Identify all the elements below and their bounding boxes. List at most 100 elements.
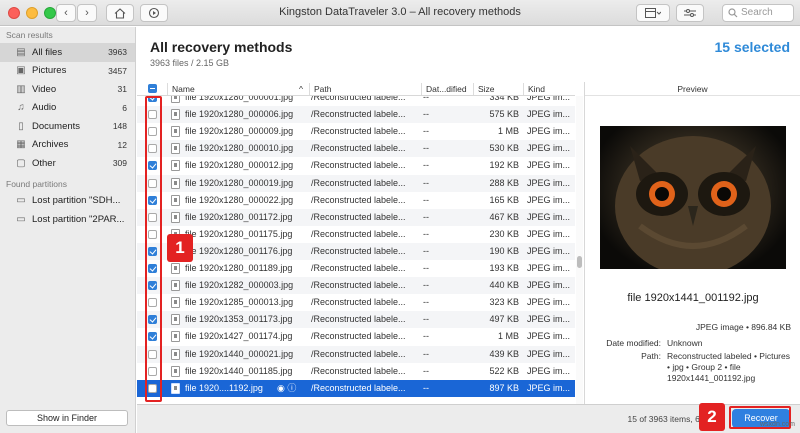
column-date-modified[interactable]: Dat...dified [421,83,473,95]
owl-image-icon [615,136,771,269]
jpeg-file-icon [171,160,180,172]
file-kind-cell: JPEG im... [527,177,571,188]
table-row[interactable]: file 1920x1280_001172.jpg/Reconstructed … [137,208,575,226]
jpeg-file-icon [171,126,180,138]
table-header: Name ^ Path Dat...dified Size Kind [137,82,575,96]
table-row[interactable]: file 1920x1280_000010.jpg/Reconstructed … [137,140,575,158]
sidebar-item-pictures[interactable]: ▣ Pictures 3457 [0,62,135,81]
table-row[interactable]: file 1920x1353_001173.jpg/Reconstructed … [137,311,575,329]
file-name-cell: file 1920x1427_001174.jpg [185,331,293,342]
jpeg-file-icon [171,297,180,309]
file-name-cell: file 1920x1280_000009.jpg [185,126,294,137]
column-name[interactable]: Name ^ [167,83,309,95]
file-date-cell: -- [423,160,429,171]
file-name-cell: file 1920x1440_001185.jpg [185,365,293,376]
scan-results-header: Scan results [6,30,53,40]
file-list: file 1920x1280_000001.jpg/Reconstructed … [137,96,575,404]
preview-file-name: file 1920x1441_001192.jpg [627,292,759,304]
table-row[interactable]: file 1920x1280_000006.jpg/Reconstructed … [137,106,575,124]
file-date-cell: -- [423,109,429,120]
table-row[interactable]: file 1920x1427_001174.jpg/Reconstructed … [137,328,575,345]
file-date-cell: -- [423,365,429,376]
archives-icon: ▦ [16,139,26,151]
file-name-cell: file 1920x1280_001189.jpg [185,263,293,273]
filter-button[interactable] [676,4,704,22]
file-size-cell: 165 KB [489,194,519,205]
all-files-icon: ▤ [16,46,26,58]
table-row[interactable]: file 1920x1280_000001.jpg/Reconstructed … [137,96,575,106]
jpeg-file-icon [171,109,180,121]
column-kind[interactable]: Kind [523,83,575,95]
sidebar-item-partition-1[interactable]: ▭ Lost partition "SDH... [0,192,135,211]
file-size-cell: 522 KB [489,365,519,376]
file-size-cell: 1 MB [497,126,519,137]
file-path-cell: /Reconstructed labele... [311,109,406,120]
file-size-cell: 190 KB [489,245,519,256]
jpeg-file-icon [171,348,180,360]
watermark: wsxdn.com [760,421,796,428]
table-row[interactable]: file 1920x1280_000009.jpg/Reconstructed … [137,123,575,140]
file-date-cell: -- [423,228,429,239]
file-size-cell: 497 KB [489,314,519,325]
table-row[interactable]: file 1920x1285_000013.jpg/Reconstructed … [137,294,575,311]
table-row[interactable]: file 1920x1440_001185.jpg/Reconstructed … [137,363,575,380]
file-path-cell: /Reconstructed labele... [311,143,406,154]
show-in-finder-button[interactable]: Show in Finder [6,410,128,426]
scrollbar-thumb[interactable] [577,256,582,268]
file-size-cell: 288 KB [489,177,519,188]
file-kind-cell: JPEG im... [527,194,571,205]
info-icon[interactable]: ⓘ [287,383,296,393]
sidebar-item-video[interactable]: ▥ Video 31 [0,80,135,99]
jpeg-file-icon [171,331,180,343]
path-label: Path: [641,351,661,361]
preview-image [600,126,786,269]
select-all-checkbox[interactable] [148,84,157,93]
file-name-cell: file 1920x1280_001172.jpg [185,211,293,222]
table-row[interactable]: file 1920x1280_001176.jpg/Reconstructed … [137,242,575,260]
file-size-cell: 1 MB [497,331,519,342]
jpeg-file-icon [171,211,180,223]
sidebar-item-all-files[interactable]: ▤ All files 3963 [0,43,135,62]
file-kind-cell: JPEG im... [527,365,571,376]
table-row[interactable]: file 1920x1440_000021.jpg/Reconstructed … [137,345,575,363]
table-row[interactable]: file 1920x1282_000003.jpg/Reconstructed … [137,277,575,295]
drive-icon: ▭ [16,213,26,225]
file-path-cell: /Reconstructed labele... [311,263,406,273]
search-input[interactable]: Search [722,4,794,22]
table-row[interactable]: file 1920x1280_001175.jpg/Reconstructed … [137,226,575,243]
preview-panel: Preview file 1920x1441_001192.jpg JPEG i… [584,82,800,404]
view-grid-icon [645,8,661,18]
file-path-cell: /Reconstructed labele... [311,96,406,102]
sidebar-item-archives[interactable]: ▦ Archives 12 [0,136,135,155]
table-row[interactable]: file 1920x1280_001189.jpg/Reconstructed … [137,260,575,277]
file-kind-cell: JPEG im... [527,109,571,120]
table-row[interactable]: file 1920....1192.jpg/Reconstructed labe… [137,379,575,397]
view-mode-button[interactable] [636,4,670,22]
file-kind-cell: JPEG im... [527,297,571,308]
sidebar-item-other[interactable]: ▢ Other 309 [0,154,135,173]
file-path-cell: /Reconstructed labele... [311,228,406,239]
step-badge-1: 1 [167,234,193,262]
file-date-cell: -- [423,280,429,291]
sidebar-item-audio[interactable]: ♫ Audio 6 [0,99,135,118]
file-path-cell: /Reconstructed labele... [311,365,406,376]
sort-chevron-icon: ^ [299,84,303,94]
column-path[interactable]: Path [309,83,421,95]
step-badge-2: 2 [699,403,725,431]
column-size[interactable]: Size [473,83,523,95]
found-partitions-header: Found partitions [6,178,67,189]
preview-eye-icon[interactable]: ◉ [277,383,285,393]
selected-count: 15 selected [714,39,791,55]
row-action-icons[interactable]: ◉ ⓘ [277,380,307,397]
file-name-cell: file 1920x1280_000019.jpg [185,177,294,188]
vertical-scrollbar[interactable] [576,96,583,404]
table-row[interactable]: file 1920x1280_000019.jpg/Reconstructed … [137,174,575,192]
sidebar-item-partition-2[interactable]: ▭ Lost partition "2PAR... [0,210,135,229]
sidebar-item-documents[interactable]: ▯ Documents 148 [0,117,135,136]
table-row[interactable]: file 1920x1280_000012.jpg/Reconstructed … [137,157,575,174]
sidebar: Scan results ▤ All files 3963 ▣ Pictures… [0,27,136,433]
file-path-cell: /Reconstructed labele... [311,331,406,342]
file-size-cell: 230 KB [489,228,519,239]
table-row[interactable]: file 1920x1280_000022.jpg/Reconstructed … [137,192,575,209]
file-kind-cell: JPEG im... [527,211,571,222]
